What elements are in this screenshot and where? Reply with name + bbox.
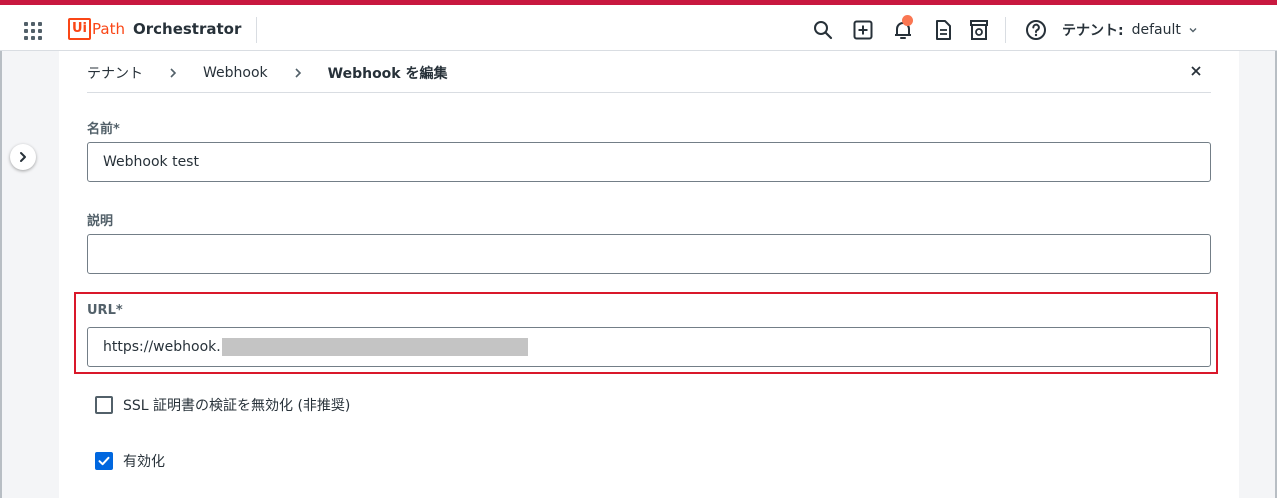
chevron-right-icon: [20, 152, 26, 162]
url-input[interactable]: https://webhook.: [87, 327, 1211, 367]
chevron-down-icon: [1189, 28, 1197, 33]
enabled-checkbox-row[interactable]: 有効化: [95, 451, 165, 471]
header-divider: [256, 17, 257, 43]
uipath-logo[interactable]: Ui Path Orchestrator: [68, 17, 241, 41]
header-divider-line: [87, 92, 1211, 93]
url-label: URL*: [87, 303, 123, 318]
search-icon[interactable]: [811, 18, 835, 42]
chevron-right-icon: [170, 68, 177, 78]
notification-dot: [902, 15, 913, 26]
name-input[interactable]: Webhook test: [87, 142, 1211, 182]
breadcrumb: テナント Webhook Webhook を編集: [87, 63, 448, 83]
breadcrumb-item-current: Webhook を編集: [327, 66, 448, 82]
help-icon[interactable]: [1024, 18, 1048, 42]
chevron-right-icon: [295, 68, 301, 78]
name-input-value: Webhook test: [103, 154, 199, 170]
logo-ui: Ui: [68, 18, 92, 40]
ssl-checkbox-label: SSL 証明書の検証を無効化 (非推奨): [123, 398, 351, 414]
document-icon[interactable]: [931, 18, 955, 42]
logo-path: Path: [92, 20, 125, 38]
expand-sidebar-button[interactable]: [10, 144, 36, 170]
top-header: Ui Path Orchestrator テナント: default: [0, 5, 1277, 51]
header-divider-2: [1005, 17, 1006, 43]
ssl-checkbox-row[interactable]: SSL 証明書の検証を無効化 (非推奨): [95, 395, 350, 415]
close-icon[interactable]: [1189, 64, 1203, 78]
tenant-value: default: [1131, 22, 1181, 38]
url-input-value: https://webhook.: [103, 339, 221, 355]
ssl-checkbox[interactable]: [95, 396, 113, 414]
description-input[interactable]: [87, 234, 1211, 274]
breadcrumb-item-tenant[interactable]: テナント: [87, 63, 143, 83]
apps-grid-icon[interactable]: [24, 22, 44, 42]
bell-icon[interactable]: [891, 15, 915, 42]
url-redaction: [221, 338, 528, 356]
breadcrumb-item-webhook[interactable]: Webhook: [203, 65, 268, 81]
product-name: Orchestrator: [132, 20, 242, 38]
enabled-checkbox[interactable]: [95, 452, 113, 470]
description-label: 説明: [87, 214, 114, 229]
add-icon[interactable]: [851, 18, 875, 42]
store-icon[interactable]: [967, 18, 991, 42]
check-icon: [98, 456, 110, 466]
edit-webhook-panel: テナント Webhook Webhook を編集 名前* Webhook tes…: [59, 51, 1239, 498]
enabled-checkbox-label: 有効化: [123, 454, 165, 470]
left-scroll-edge: [0, 51, 2, 498]
tenant-selector[interactable]: テナント: default: [1062, 20, 1199, 40]
name-label: 名前*: [87, 122, 120, 137]
tenant-label: テナント:: [1062, 23, 1124, 39]
